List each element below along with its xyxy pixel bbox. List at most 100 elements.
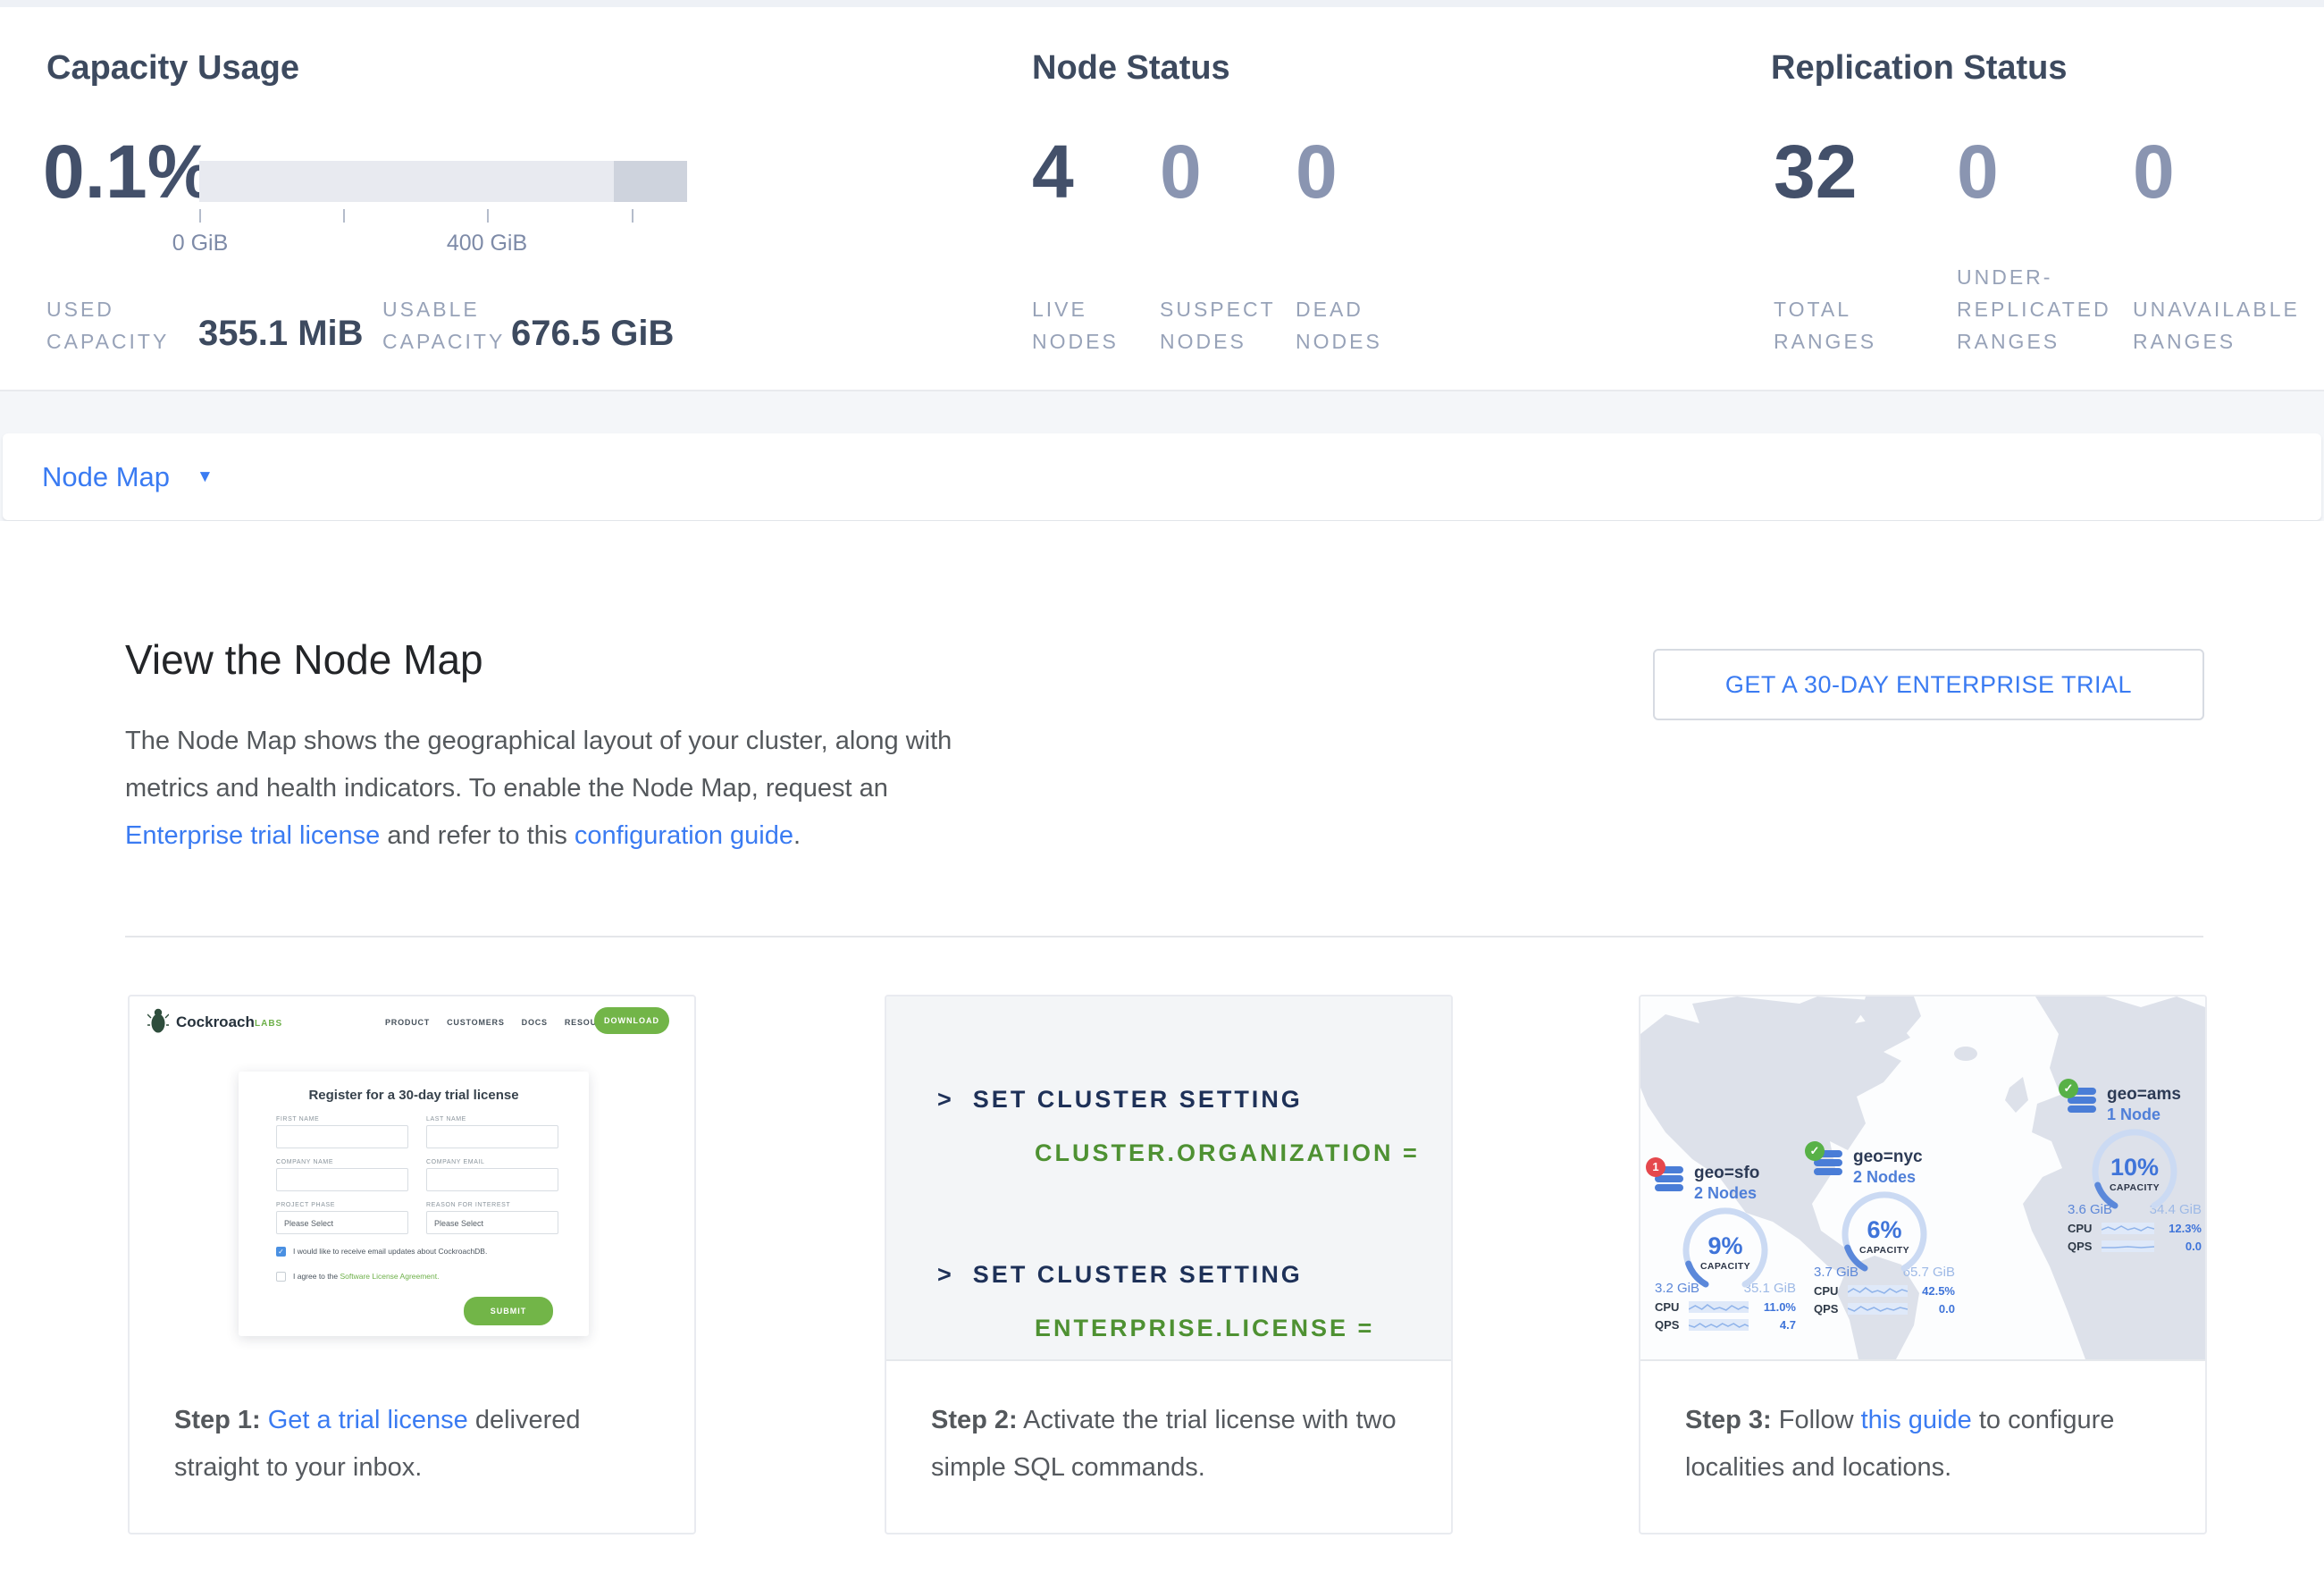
dead-nodes-label: DEAD NODES xyxy=(1296,293,1439,357)
sql-keyword: SET CLUSTER SETTING xyxy=(973,1261,1303,1288)
usable-capacity-value: 676.5 GiB xyxy=(511,314,674,354)
axis-tick-label: 400 GiB xyxy=(447,231,527,256)
axis-tick xyxy=(199,209,201,223)
registration-site-thumbnail: Cockroach LABS PRODUCT CUSTOMERS DOCS RE… xyxy=(130,996,694,1361)
geo-sfo-capacity-gauge: 9% CAPACITY xyxy=(1681,1206,1770,1295)
site-nav-product: PRODUCT xyxy=(385,1018,430,1027)
geo-nyc-overlay: ✓ geo=nyc 2 Nodes 6% CAPACITY xyxy=(1814,1147,1955,1316)
site-nav-customers: CUSTOMERS xyxy=(447,1018,505,1027)
cpu-sparkline xyxy=(1689,1301,1749,1313)
geo-sfo-capacity-pct: 9% xyxy=(1681,1232,1770,1260)
geo-nyc-qps-row: QPS 0.0 xyxy=(1814,1302,1955,1316)
geo-ams-capacity-pct: 10% xyxy=(2090,1154,2179,1181)
step1-card: Cockroach LABS PRODUCT CUSTOMERS DOCS RE… xyxy=(128,995,696,1534)
usable-capacity-label: USABLE CAPACITY xyxy=(382,293,505,357)
used-capacity-label: USED CAPACITY xyxy=(46,293,169,357)
company-email-input xyxy=(426,1168,558,1191)
node-map-placeholder-panel: View the Node Map The Node Map shows the… xyxy=(0,521,2324,1589)
last-name-label: LAST NAME xyxy=(426,1116,466,1122)
enterprise-trial-license-link[interactable]: Enterprise trial license xyxy=(125,821,380,850)
geo-nyc-nodes: 2 Nodes xyxy=(1853,1167,1923,1188)
geo-ams-cpu-value: 12.3% xyxy=(2160,1222,2202,1235)
dead-nodes-stat: 0 DEAD NODES xyxy=(1296,130,1439,357)
qps-sparkline xyxy=(2102,1240,2154,1252)
capacity-usage-title: Capacity Usage xyxy=(46,49,299,88)
get-enterprise-trial-button[interactable]: GET A 30-DAY ENTERPRISE TRIAL xyxy=(1653,649,2204,720)
geo-sfo-qps-value: 4.7 xyxy=(1755,1318,1796,1332)
suspect-nodes-value: 0 xyxy=(1160,130,1296,213)
capacity-usage-bar-unusable-segment xyxy=(614,161,687,202)
capacity-usage-percent: 0.1% xyxy=(43,130,214,213)
geo-sfo-cpu-value: 11.0% xyxy=(1755,1300,1796,1314)
unavailable-ranges-label: UNAVAILABLE RANGES xyxy=(2133,293,2285,357)
unavailable-ranges-stat: 0 UNAVAILABLE RANGES xyxy=(2133,130,2285,357)
sql-commands-snippet: > SET CLUSTER SETTING CLUSTER.ORGANIZATI… xyxy=(886,996,1451,1361)
email-optin-row: ✓ I would like to receive email updates … xyxy=(276,1247,562,1257)
email-optin-text: I would like to receive email updates ab… xyxy=(293,1247,487,1256)
get-trial-license-link[interactable]: Get a trial license xyxy=(268,1406,468,1434)
trial-registration-form: Register for a 30-day trial license FIRS… xyxy=(239,1072,589,1336)
cpu-label: CPU xyxy=(2068,1222,2100,1235)
used-capacity-value: 355.1 MiB xyxy=(198,314,364,354)
unavailable-ranges-value: 0 xyxy=(2133,130,2285,213)
geo-nyc-header: ✓ geo=nyc 2 Nodes xyxy=(1814,1147,1955,1188)
axis-tick-label: 0 GiB xyxy=(172,231,229,256)
site-download-button: DOWNLOAD xyxy=(594,1007,669,1034)
node-map-dropdown-label: Node Map xyxy=(42,461,170,493)
cluster-summary-panel: Capacity Usage 0.1% 0 GiB 400 GiB USED C… xyxy=(0,7,2324,391)
geo-ams-cpu-row: CPU 12.3% xyxy=(2068,1222,2202,1235)
configuration-guide-link[interactable]: configuration guide xyxy=(575,821,793,850)
replication-status-title: Replication Status xyxy=(1771,49,2068,88)
axis-tick xyxy=(487,209,489,223)
capacity-usage-axis: 0 GiB 400 GiB xyxy=(199,209,687,272)
node-map-dropdown[interactable]: Node Map ▼ xyxy=(3,433,2321,520)
step3-label: Step 3: xyxy=(1685,1406,1772,1434)
geo-sfo-qps-row: QPS 4.7 xyxy=(1655,1318,1796,1332)
geo-ams-nodes: 1 Node xyxy=(2107,1105,2181,1125)
sql-line-1: > SET CLUSTER SETTING xyxy=(937,1086,1303,1114)
axis-tick xyxy=(343,209,345,223)
license-agree-text: I agree to the Software License Agreemen… xyxy=(293,1272,440,1281)
geo-nyc-cpu-row: CPU 42.5% xyxy=(1814,1284,1955,1298)
cpu-sparkline xyxy=(2102,1223,2154,1234)
first-name-label: FIRST NAME xyxy=(276,1116,319,1122)
geo-ams-titles: geo=ams 1 Node xyxy=(2107,1084,2181,1125)
company-name-label: COMPANY NAME xyxy=(276,1159,333,1165)
license-agree-row: I agree to the Software License Agreemen… xyxy=(276,1272,562,1282)
step2-label: Step 2: xyxy=(931,1406,1018,1434)
geo-ams-capacity-label: CAPACITY xyxy=(2090,1182,2179,1193)
qps-label: QPS xyxy=(1655,1318,1687,1332)
geo-sfo-header: 1 geo=sfo 2 Nodes xyxy=(1655,1163,1796,1204)
cluster-overview-page: Capacity Usage 0.1% 0 GiB 400 GiB USED C… xyxy=(0,0,2324,1589)
database-icon: 1 xyxy=(1655,1166,1685,1195)
cpu-label: CPU xyxy=(1655,1300,1687,1314)
step3-text: Follow xyxy=(1772,1406,1861,1434)
check-badge-icon: ✓ xyxy=(1805,1141,1825,1161)
qps-sparkline xyxy=(1689,1319,1749,1331)
sql-keyword: SET CLUSTER SETTING xyxy=(973,1086,1303,1113)
geo-nyc-qps-value: 0.0 xyxy=(1914,1302,1955,1316)
alert-badge-icon: 1 xyxy=(1646,1157,1665,1177)
sql-prompt: > xyxy=(937,1086,954,1113)
intro-text: The Node Map shows the geographical layo… xyxy=(125,727,952,803)
this-guide-link[interactable]: this guide xyxy=(1861,1406,1972,1434)
site-nav-docs: DOCS xyxy=(522,1018,548,1027)
reason-label: REASON FOR INTEREST xyxy=(426,1202,510,1208)
reason-select: Please Select xyxy=(426,1211,558,1234)
geo-sfo-nodes: 2 Nodes xyxy=(1694,1183,1759,1204)
page-title: View the Node Map xyxy=(125,635,483,684)
intro-text: . xyxy=(793,821,801,850)
axis-tick xyxy=(632,209,633,223)
step1-text xyxy=(261,1406,268,1434)
geo-sfo-capacity-label: CAPACITY xyxy=(1681,1261,1770,1272)
geo-ams-capacity-gauge: 10% CAPACITY xyxy=(2090,1127,2179,1216)
capacity-usage-bar xyxy=(199,161,687,202)
qps-sparkline xyxy=(1848,1303,1908,1315)
under-replicated-label: UNDER- REPLICATED RANGES xyxy=(1957,261,2133,357)
step3-caption: Step 3: Follow this guide to configure l… xyxy=(1640,1361,2205,1492)
geo-nyc-name: geo=nyc xyxy=(1853,1147,1923,1167)
qps-label: QPS xyxy=(2068,1240,2100,1253)
live-nodes-label: LIVE NODES xyxy=(1032,293,1160,357)
first-name-input xyxy=(276,1125,408,1148)
intro-paragraph: The Node Map shows the geographical layo… xyxy=(125,718,983,860)
